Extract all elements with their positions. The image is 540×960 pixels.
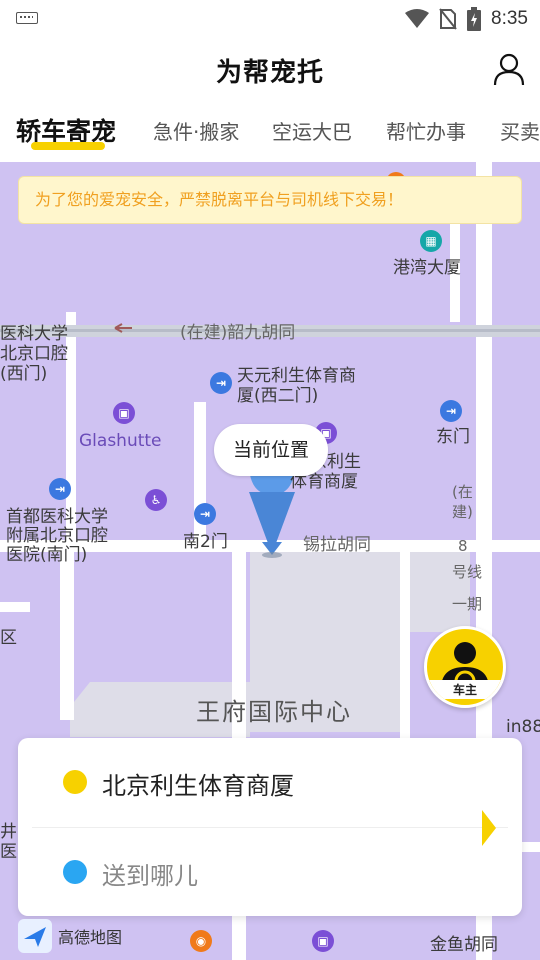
map-label: in88: [506, 717, 540, 737]
map-label: 王府国际中心: [196, 698, 352, 726]
map-label: 区: [0, 628, 17, 648]
safety-warning-banner: 为了您的爱宠安全，严禁脱离平台与司机线下交易！: [18, 176, 522, 224]
map-label: 港湾大厦: [393, 258, 461, 278]
poi-entrance-icon: ⇥: [49, 478, 71, 500]
map-label: (在: [452, 483, 473, 501]
amap-logo-text: 高德地图: [58, 928, 123, 947]
route-card: 北京利生体育商厦 送到哪儿: [18, 738, 522, 916]
poi-entrance-icon: ⇥: [210, 372, 232, 394]
map-label: 北京口腔: [0, 344, 68, 364]
arrow-right-icon[interactable]: [482, 810, 496, 846]
driver-mode-button[interactable]: 车主: [424, 626, 506, 708]
map-label: 东门: [436, 427, 470, 447]
map-label: 金鱼胡同: [430, 935, 498, 955]
map-label: 号线: [452, 563, 483, 581]
driver-label: 车主: [427, 680, 503, 699]
tab-urgent-moving[interactable]: 急件·搬家: [153, 116, 239, 145]
poi-restroom-icon: ♿: [145, 489, 167, 511]
status-bar: 8:35: [0, 0, 540, 38]
map-provider-logo: 高德地图: [18, 918, 122, 954]
destination-placeholder: 送到哪儿: [102, 862, 198, 890]
no-sim-icon: [439, 8, 457, 30]
poi-entrance-icon: ⇥: [440, 400, 462, 422]
pickup-address: 北京利生体育商厦: [102, 772, 294, 800]
amap-logo-icon: [18, 919, 52, 953]
poi-food-icon: ◉: [190, 930, 212, 952]
poi-shopping-icon: ▣: [312, 930, 334, 952]
map-label: 医科大学: [0, 324, 68, 344]
service-tabs: 轿车寄宠 急件·搬家 空运大巴 帮忙办事 买卖: [0, 102, 540, 162]
poi-entrance-icon: ⇥: [194, 503, 216, 525]
map-label: 附属北京口腔: [6, 526, 108, 546]
current-location-bubble: 当前位置: [214, 424, 328, 476]
poi-building-icon: ▦: [420, 230, 442, 252]
map-label: 井: [0, 822, 17, 842]
status-icons: 8:35: [405, 6, 528, 32]
tab-air-bus[interactable]: 空运大巴: [272, 116, 352, 145]
app-header: 为帮宠托: [0, 38, 540, 102]
map-label: 一期: [452, 595, 483, 613]
pickup-row[interactable]: 北京利生体育商厦: [18, 738, 522, 826]
destination-row[interactable]: 送到哪儿: [18, 828, 522, 916]
status-time: 8:35: [491, 8, 528, 29]
tab-buy-sell[interactable]: 买卖: [500, 116, 540, 145]
keyboard-icon: [16, 12, 38, 24]
map-label: (在建)韶九胡同: [180, 323, 296, 343]
poi-shopping-icon: ▣: [113, 402, 135, 424]
map-label: 南2门: [183, 532, 228, 552]
map-label: 天元利生体育商: [237, 366, 356, 386]
map-label: 医院(南门): [6, 545, 88, 565]
app-title: 为帮宠托: [215, 58, 324, 88]
user-profile-icon[interactable]: [492, 52, 526, 86]
battery-icon: [467, 7, 482, 31]
destination-dot-icon: [63, 860, 87, 884]
map-label: 首都医科大学: [6, 507, 108, 527]
active-tab-indicator: [31, 142, 105, 150]
map-label: 8: [458, 537, 468, 555]
map-label: (西门): [0, 364, 48, 384]
wifi-icon: [405, 9, 430, 28]
map-label: Glashutte: [79, 431, 162, 451]
pickup-dot-icon: [63, 770, 87, 794]
map-label: 锡拉胡同: [303, 535, 371, 555]
tab-errands[interactable]: 帮忙办事: [386, 116, 466, 145]
map-label: 建): [452, 503, 473, 521]
map-label: 厦(西二门): [237, 386, 319, 406]
